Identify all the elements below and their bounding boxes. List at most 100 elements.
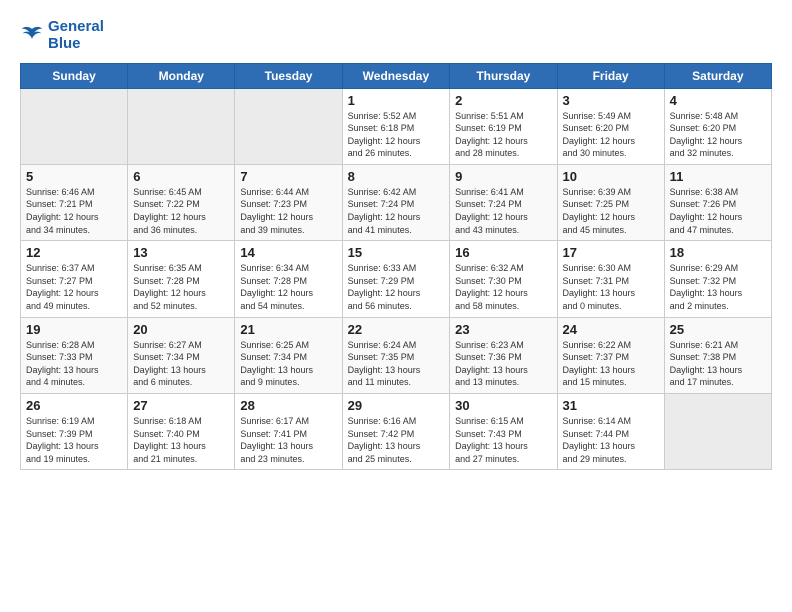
day-number: 20 [133, 322, 229, 337]
day-number: 18 [670, 245, 766, 260]
day-info: Sunrise: 6:14 AM Sunset: 7:44 PM Dayligh… [563, 415, 659, 465]
calendar-week-4: 19 Sunrise: 6:28 AM Sunset: 7:33 PM Dayli… [21, 317, 772, 393]
day-info: Sunrise: 5:48 AM Sunset: 6:20 PM Dayligh… [670, 110, 766, 160]
header: General Blue [20, 18, 772, 53]
day-info: Sunrise: 6:44 AM Sunset: 7:23 PM Dayligh… [240, 186, 336, 236]
calendar-cell: 24 Sunrise: 6:22 AM Sunset: 7:37 PM Dayli… [557, 317, 664, 393]
day-number: 28 [240, 398, 336, 413]
calendar-cell: 31 Sunrise: 6:14 AM Sunset: 7:44 PM Dayli… [557, 394, 664, 470]
weekday-header-row: SundayMondayTuesdayWednesdayThursdayFrid… [21, 63, 772, 88]
weekday-header-sunday: Sunday [21, 63, 128, 88]
calendar-cell [664, 394, 771, 470]
calendar-cell: 19 Sunrise: 6:28 AM Sunset: 7:33 PM Dayli… [21, 317, 128, 393]
day-number: 24 [563, 322, 659, 337]
day-number: 16 [455, 245, 551, 260]
day-number: 7 [240, 169, 336, 184]
calendar-cell: 9 Sunrise: 6:41 AM Sunset: 7:24 PM Daylig… [450, 164, 557, 240]
day-info: Sunrise: 6:38 AM Sunset: 7:26 PM Dayligh… [670, 186, 766, 236]
calendar-cell: 21 Sunrise: 6:25 AM Sunset: 7:34 PM Dayli… [235, 317, 342, 393]
calendar-cell: 13 Sunrise: 6:35 AM Sunset: 7:28 PM Dayli… [128, 241, 235, 317]
day-info: Sunrise: 6:25 AM Sunset: 7:34 PM Dayligh… [240, 339, 336, 389]
day-number: 11 [670, 169, 766, 184]
day-number: 25 [670, 322, 766, 337]
day-info: Sunrise: 6:17 AM Sunset: 7:41 PM Dayligh… [240, 415, 336, 465]
day-number: 26 [26, 398, 122, 413]
day-number: 21 [240, 322, 336, 337]
calendar-cell: 16 Sunrise: 6:32 AM Sunset: 7:30 PM Dayli… [450, 241, 557, 317]
calendar-week-3: 12 Sunrise: 6:37 AM Sunset: 7:27 PM Dayli… [21, 241, 772, 317]
calendar-cell: 10 Sunrise: 6:39 AM Sunset: 7:25 PM Dayli… [557, 164, 664, 240]
weekday-header-wednesday: Wednesday [342, 63, 450, 88]
day-info: Sunrise: 6:37 AM Sunset: 7:27 PM Dayligh… [26, 262, 122, 312]
day-number: 5 [26, 169, 122, 184]
calendar-cell: 27Sunrise: 6:18 AM Sunset: 7:40 PM Dayli… [128, 394, 235, 470]
day-info: Sunrise: 6:30 AM Sunset: 7:31 PM Dayligh… [563, 262, 659, 312]
calendar-week-2: 5 Sunrise: 6:46 AM Sunset: 7:21 PM Daylig… [21, 164, 772, 240]
day-info: Sunrise: 6:22 AM Sunset: 7:37 PM Dayligh… [563, 339, 659, 389]
logo-bird-icon [20, 25, 44, 45]
calendar-cell: 1 Sunrise: 5:52 AM Sunset: 6:18 PM Daylig… [342, 88, 450, 164]
day-info: Sunrise: 5:49 AM Sunset: 6:20 PM Dayligh… [563, 110, 659, 160]
day-number: 23 [455, 322, 551, 337]
day-info: Sunrise: 6:45 AM Sunset: 7:22 PM Dayligh… [133, 186, 229, 236]
day-info: Sunrise: 6:41 AM Sunset: 7:24 PM Dayligh… [455, 186, 551, 236]
day-number: 19 [26, 322, 122, 337]
day-info: Sunrise: 6:15 AM Sunset: 7:43 PM Dayligh… [455, 415, 551, 465]
day-number: 30 [455, 398, 551, 413]
day-info: Sunrise: 6:34 AM Sunset: 7:28 PM Dayligh… [240, 262, 336, 312]
day-info: Sunrise: 5:52 AM Sunset: 6:18 PM Dayligh… [348, 110, 445, 160]
calendar-cell: 23 Sunrise: 6:23 AM Sunset: 7:36 PM Dayli… [450, 317, 557, 393]
calendar-cell: 14 Sunrise: 6:34 AM Sunset: 7:28 PM Dayli… [235, 241, 342, 317]
day-info: Sunrise: 6:28 AM Sunset: 7:33 PM Dayligh… [26, 339, 122, 389]
day-info: Sunrise: 6:19 AM Sunset: 7:39 PM Dayligh… [26, 415, 122, 465]
calendar-cell: 18 Sunrise: 6:29 AM Sunset: 7:32 PM Dayli… [664, 241, 771, 317]
day-info: Sunrise: 6:32 AM Sunset: 7:30 PM Dayligh… [455, 262, 551, 312]
calendar-cell: 22 Sunrise: 6:24 AM Sunset: 7:35 PM Dayli… [342, 317, 450, 393]
day-info: Sunrise: 6:33 AM Sunset: 7:29 PM Dayligh… [348, 262, 445, 312]
day-number: 4 [670, 93, 766, 108]
weekday-header-friday: Friday [557, 63, 664, 88]
day-number: 3 [563, 93, 659, 108]
calendar-cell: 17Sunrise: 6:30 AM Sunset: 7:31 PM Dayli… [557, 241, 664, 317]
weekday-header-thursday: Thursday [450, 63, 557, 88]
calendar-cell: 6 Sunrise: 6:45 AM Sunset: 7:22 PM Daylig… [128, 164, 235, 240]
day-number: 14 [240, 245, 336, 260]
logo: General Blue [20, 18, 104, 53]
calendar-cell: 12 Sunrise: 6:37 AM Sunset: 7:27 PM Dayli… [21, 241, 128, 317]
calendar-table: SundayMondayTuesdayWednesdayThursdayFrid… [20, 63, 772, 471]
day-info: Sunrise: 6:46 AM Sunset: 7:21 PM Dayligh… [26, 186, 122, 236]
weekday-header-tuesday: Tuesday [235, 63, 342, 88]
day-info: Sunrise: 5:51 AM Sunset: 6:19 PM Dayligh… [455, 110, 551, 160]
day-number: 15 [348, 245, 445, 260]
calendar-cell: 30 Sunrise: 6:15 AM Sunset: 7:43 PM Dayli… [450, 394, 557, 470]
calendar-cell [21, 88, 128, 164]
day-info: Sunrise: 6:29 AM Sunset: 7:32 PM Dayligh… [670, 262, 766, 312]
logo-text: General Blue [48, 18, 104, 53]
day-info: Sunrise: 6:16 AM Sunset: 7:42 PM Dayligh… [348, 415, 445, 465]
calendar-cell: 3 Sunrise: 5:49 AM Sunset: 6:20 PM Daylig… [557, 88, 664, 164]
day-number: 2 [455, 93, 551, 108]
day-number: 9 [455, 169, 551, 184]
day-number: 6 [133, 169, 229, 184]
weekday-header-monday: Monday [128, 63, 235, 88]
day-number: 31 [563, 398, 659, 413]
day-number: 13 [133, 245, 229, 260]
day-info: Sunrise: 6:35 AM Sunset: 7:28 PM Dayligh… [133, 262, 229, 312]
day-info: Sunrise: 6:39 AM Sunset: 7:25 PM Dayligh… [563, 186, 659, 236]
day-number: 12 [26, 245, 122, 260]
calendar-week-1: 1 Sunrise: 5:52 AM Sunset: 6:18 PM Daylig… [21, 88, 772, 164]
day-number: 10 [563, 169, 659, 184]
day-info: Sunrise: 6:23 AM Sunset: 7:36 PM Dayligh… [455, 339, 551, 389]
calendar-cell: 26 Sunrise: 6:19 AM Sunset: 7:39 PM Dayli… [21, 394, 128, 470]
calendar-cell: 29 Sunrise: 6:16 AM Sunset: 7:42 PM Dayli… [342, 394, 450, 470]
day-info: Sunrise: 6:24 AM Sunset: 7:35 PM Dayligh… [348, 339, 445, 389]
day-number: 1 [348, 93, 445, 108]
day-info: Sunrise: 6:42 AM Sunset: 7:24 PM Dayligh… [348, 186, 445, 236]
calendar-cell: 2 Sunrise: 5:51 AM Sunset: 6:19 PM Daylig… [450, 88, 557, 164]
calendar-cell: 20Sunrise: 6:27 AM Sunset: 7:34 PM Dayli… [128, 317, 235, 393]
day-number: 22 [348, 322, 445, 337]
calendar-cell: 11 Sunrise: 6:38 AM Sunset: 7:26 PM Dayli… [664, 164, 771, 240]
day-number: 29 [348, 398, 445, 413]
calendar-cell [235, 88, 342, 164]
calendar-cell: 5 Sunrise: 6:46 AM Sunset: 7:21 PM Daylig… [21, 164, 128, 240]
